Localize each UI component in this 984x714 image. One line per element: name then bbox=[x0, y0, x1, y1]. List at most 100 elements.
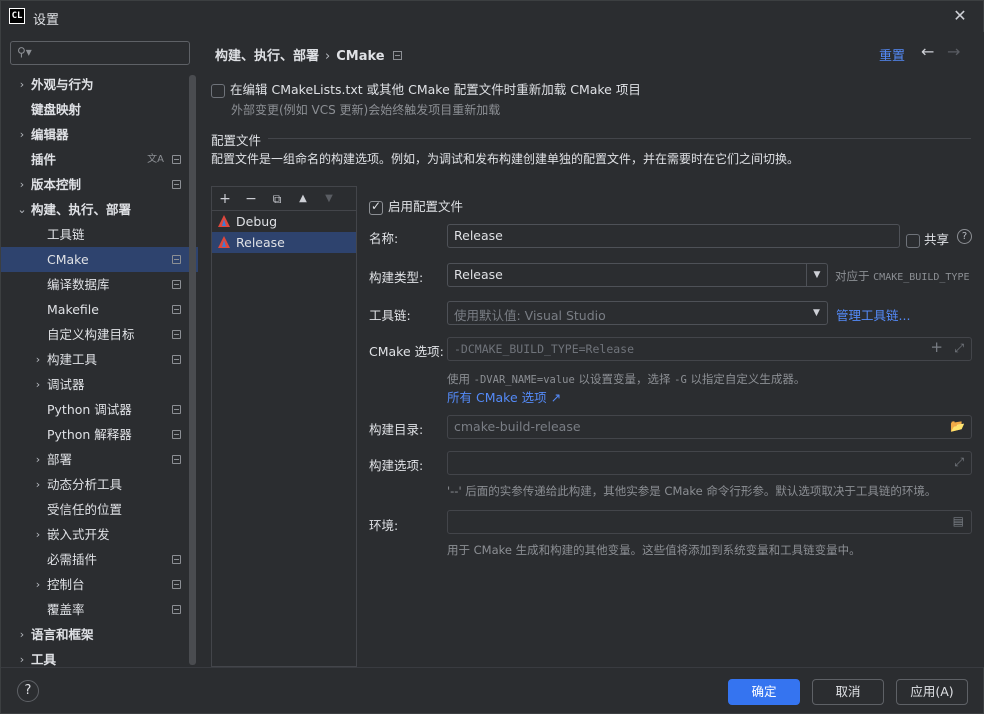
sidebar-item-label: 嵌入式开发 bbox=[47, 527, 110, 542]
chevron-down-icon: ▼ bbox=[813, 308, 820, 318]
sidebar-item-label: 部署 bbox=[47, 452, 73, 467]
back-arrow-icon[interactable]: ← bbox=[921, 42, 934, 61]
apply-button[interactable]: 应用(A) bbox=[896, 679, 968, 705]
settings-window: CL 设置 ✕ ⚲▾ › 外观与行为 键盘映射 › 编辑器 插件 文A › 版本控制 ⌄ 构建、执行… bbox=[0, 0, 984, 714]
name-field[interactable]: Release bbox=[447, 224, 900, 248]
share-checkbox[interactable] bbox=[906, 233, 920, 248]
title-bar: CL 设置 ✕ bbox=[1, 1, 983, 32]
build-dir-value: cmake-build-release bbox=[454, 419, 581, 434]
project-scope-icon bbox=[172, 555, 181, 564]
breadcrumb-current: CMake bbox=[336, 49, 385, 64]
cmake-options-field[interactable]: -DCMAKE_BUILD_TYPE=Release + ⤢ bbox=[447, 337, 972, 361]
reload-checkbox[interactable] bbox=[211, 83, 225, 98]
sidebar-item[interactable]: › 构建工具 bbox=[1, 347, 198, 372]
search-box[interactable]: ⚲▾ bbox=[10, 41, 190, 65]
sidebar-item-label: 必需插件 bbox=[47, 552, 98, 567]
sidebar-item[interactable]: › 版本控制 bbox=[1, 172, 198, 197]
sidebar-item[interactable]: Makefile bbox=[1, 297, 198, 322]
sidebar-item-label: Makefile bbox=[47, 302, 99, 317]
chevron-down-icon: ▼ bbox=[806, 264, 827, 286]
breadcrumb-parent[interactable]: 构建、执行、部署 bbox=[215, 49, 319, 64]
chevron-right-icon[interactable]: › bbox=[32, 572, 44, 597]
enable-profile-checkbox[interactable] bbox=[369, 199, 383, 215]
chevron-right-icon[interactable]: › bbox=[16, 122, 28, 147]
sidebar-item[interactable]: 插件 文A bbox=[1, 147, 198, 172]
chevron-down-icon[interactable]: ⌄ bbox=[16, 197, 28, 222]
project-scope-icon bbox=[172, 155, 181, 164]
sidebar-item[interactable]: 键盘映射 bbox=[1, 97, 198, 122]
sidebar-item[interactable]: › 调试器 bbox=[1, 372, 198, 397]
help-icon[interactable]: ? bbox=[957, 229, 972, 244]
sidebar-item-label: 覆盖率 bbox=[47, 602, 85, 617]
profile-item-release[interactable]: Release bbox=[212, 232, 356, 253]
sidebar-scrollbar[interactable] bbox=[189, 75, 196, 665]
build-options-field[interactable]: ⤢ bbox=[447, 451, 972, 475]
sidebar-item[interactable]: 自定义构建目标 bbox=[1, 322, 198, 347]
sidebar-item[interactable]: CMake bbox=[1, 247, 198, 272]
sidebar-item[interactable]: Python 调试器 bbox=[1, 397, 198, 422]
sidebar-item[interactable]: › 控制台 bbox=[1, 572, 198, 597]
folder-icon[interactable]: 📂 bbox=[950, 419, 965, 433]
enable-profile-option[interactable]: 启用配置文件 bbox=[369, 196, 463, 215]
build-dir-field[interactable]: cmake-build-release 📂 bbox=[447, 415, 972, 439]
project-scope-icon bbox=[172, 405, 181, 414]
settings-main: 构建、执行、部署 › CMake 重置 ← → 在编辑 CMakeLists.txt… bbox=[198, 32, 984, 667]
expand-icon[interactable]: ⤢ bbox=[954, 455, 964, 470]
close-icon[interactable]: ✕ bbox=[951, 7, 969, 25]
sidebar-item[interactable]: › 部署 bbox=[1, 447, 198, 472]
chevron-right-icon[interactable]: › bbox=[16, 172, 28, 197]
chevron-right-icon[interactable]: › bbox=[32, 347, 44, 372]
expand-icon[interactable]: ⤢ bbox=[954, 341, 964, 356]
profile-name: Debug bbox=[236, 214, 278, 229]
chevron-right-icon[interactable]: › bbox=[16, 622, 28, 647]
build-options-hint: '--' 后面的实参传递给此构建，其他实参是 CMake 命令行形参。默认选项取… bbox=[447, 484, 937, 498]
reset-link[interactable]: 重置 bbox=[879, 45, 905, 64]
build-type-select[interactable]: Release ▼ bbox=[447, 263, 828, 287]
cancel-button[interactable]: 取消 bbox=[812, 679, 884, 705]
document-icon[interactable]: ▤ bbox=[953, 514, 964, 528]
app-logo: CL bbox=[9, 8, 25, 24]
all-cmake-options-link[interactable]: 所有 CMake 选项 ↗ bbox=[447, 387, 561, 406]
move-up-button[interactable]: ▲ bbox=[293, 189, 313, 209]
chevron-right-icon[interactable]: › bbox=[32, 447, 44, 472]
chevron-right-icon[interactable]: › bbox=[32, 472, 44, 497]
copy-profile-button[interactable]: ⧉ bbox=[267, 189, 287, 209]
sidebar-item[interactable]: › 编辑器 bbox=[1, 122, 198, 147]
reload-option[interactable]: 在编辑 CMakeLists.txt 或其他 CMake 配置文件时重新加载 C… bbox=[211, 79, 641, 98]
project-scope-icon bbox=[172, 255, 181, 264]
toolchain-select[interactable]: 使用默认值: Visual Studio ▼ bbox=[447, 301, 828, 325]
sidebar-item[interactable]: 编译数据库 bbox=[1, 272, 198, 297]
manage-toolchains-link[interactable]: 管理工具链... bbox=[836, 305, 910, 324]
toolchain-label: 工具链: bbox=[369, 308, 411, 323]
sidebar-item[interactable]: ⌄ 构建、执行、部署 bbox=[1, 197, 198, 222]
search-icon: ⚲▾ bbox=[17, 45, 32, 59]
sidebar-item-label: 动态分析工具 bbox=[47, 477, 123, 492]
build-type-label: 构建类型: bbox=[369, 270, 424, 285]
move-down-button[interactable]: ▼ bbox=[319, 189, 339, 209]
add-profile-button[interactable]: + bbox=[215, 189, 235, 209]
ok-button[interactable]: 确定 bbox=[728, 679, 800, 705]
sidebar-item[interactable]: 覆盖率 bbox=[1, 597, 198, 622]
environment-field[interactable]: ▤ bbox=[447, 510, 972, 534]
sidebar-item[interactable]: › 语言和框架 bbox=[1, 622, 198, 647]
chevron-right-icon[interactable]: › bbox=[32, 372, 44, 397]
forward-arrow-icon[interactable]: → bbox=[947, 42, 960, 61]
help-button[interactable]: ? bbox=[17, 680, 39, 702]
sidebar-item[interactable]: 必需插件 bbox=[1, 547, 198, 572]
search-input[interactable] bbox=[37, 44, 185, 62]
window-title: 设置 bbox=[33, 13, 60, 28]
plus-icon[interactable]: + bbox=[930, 338, 943, 356]
profile-item-debug[interactable]: Debug bbox=[212, 211, 356, 232]
chevron-right-icon[interactable]: › bbox=[16, 72, 28, 97]
sidebar-item[interactable]: 受信任的位置 bbox=[1, 497, 198, 522]
sidebar-item[interactable]: › 外观与行为 bbox=[1, 72, 198, 97]
share-option[interactable]: 共享 bbox=[906, 229, 949, 248]
sidebar-item[interactable]: 工具链 bbox=[1, 222, 198, 247]
sidebar-item[interactable]: › 动态分析工具 bbox=[1, 472, 198, 497]
remove-profile-button[interactable]: − bbox=[241, 189, 261, 209]
dialog-footer: ? 确定 取消 应用(A) bbox=[1, 667, 983, 713]
sidebar-item-label: 构建工具 bbox=[47, 352, 98, 367]
sidebar-item[interactable]: › 嵌入式开发 bbox=[1, 522, 198, 547]
sidebar-item[interactable]: Python 解释器 bbox=[1, 422, 198, 447]
chevron-right-icon[interactable]: › bbox=[32, 522, 44, 547]
